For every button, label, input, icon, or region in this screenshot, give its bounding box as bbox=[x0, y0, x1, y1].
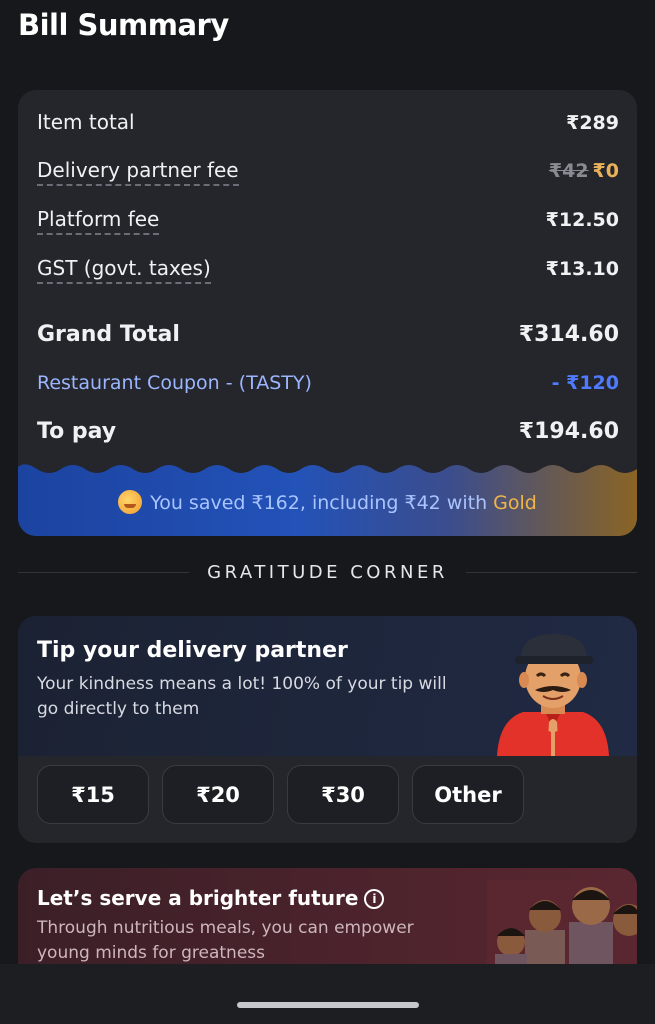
brighter-future-card[interactable]: Let’s serve a brighter future i Through n… bbox=[18, 868, 637, 964]
tip-option-other[interactable]: Other bbox=[412, 765, 524, 824]
tip-option-30[interactable]: ₹30 bbox=[287, 765, 399, 824]
future-subtitle: Through nutritious meals, you can empowe… bbox=[37, 918, 414, 963]
platform-fee-value: ₹12.50 bbox=[545, 209, 619, 231]
gratitude-divider: GRATITUDE CORNER bbox=[18, 562, 638, 583]
info-icon[interactable]: i bbox=[364, 889, 385, 909]
item-total-label: Item total bbox=[37, 110, 135, 134]
to-pay-label: To pay bbox=[37, 419, 117, 444]
gst-row[interactable]: GST (govt. taxes) ₹13.10 bbox=[37, 256, 619, 284]
future-title: Let’s serve a brighter future i bbox=[37, 886, 385, 910]
children-photo bbox=[487, 880, 637, 964]
bottom-bar bbox=[0, 964, 655, 1024]
delivery-fee-row[interactable]: Delivery partner fee ₹42 ₹0 bbox=[37, 158, 619, 186]
page-title: Bill Summary bbox=[18, 8, 229, 42]
delivery-fee-value: ₹42 ₹0 bbox=[549, 160, 619, 182]
platform-fee-label[interactable]: Platform fee bbox=[37, 207, 160, 235]
delivery-fee-original: ₹42 bbox=[548, 160, 589, 182]
tip-card: Tip your delivery partner Your kindness … bbox=[18, 616, 637, 843]
gratitude-heading: GRATITUDE CORNER bbox=[207, 562, 448, 583]
savings-banner: You saved ₹162, including ₹42 with Gold bbox=[18, 463, 637, 536]
savings-message: You saved ₹162, including ₹42 with bbox=[150, 492, 488, 514]
gst-value: ₹13.10 bbox=[545, 258, 619, 280]
delivery-fee-label[interactable]: Delivery partner fee bbox=[37, 158, 239, 186]
smiley-emoji-icon bbox=[118, 490, 143, 514]
item-total-value: ₹289 bbox=[566, 112, 619, 134]
future-title-text: Let’s serve a brighter future bbox=[37, 886, 359, 910]
tip-subtitle: Your kindness means a lot! 100% of your … bbox=[37, 674, 447, 719]
delivery-fee-discounted: ₹0 bbox=[592, 160, 619, 182]
platform-fee-row[interactable]: Platform fee ₹12.50 bbox=[37, 207, 619, 235]
wave-edge bbox=[18, 463, 637, 473]
tip-option-20[interactable]: ₹20 bbox=[162, 765, 274, 824]
grand-total-value: ₹314.60 bbox=[518, 322, 619, 347]
delivery-partner-illustration bbox=[497, 634, 609, 756]
to-pay-value: ₹194.60 bbox=[518, 419, 619, 444]
grand-total-label: Grand Total bbox=[37, 322, 180, 347]
savings-text: You saved ₹162, including ₹42 with Gold bbox=[18, 490, 637, 514]
to-pay-row: To pay ₹194.60 bbox=[37, 419, 619, 444]
coupon-label: Restaurant Coupon - (TASTY) bbox=[37, 372, 312, 394]
bill-summary-card: Item total ₹289 Delivery partner fee ₹42… bbox=[18, 90, 637, 536]
home-indicator[interactable] bbox=[237, 1002, 419, 1008]
item-total-row: Item total ₹289 bbox=[37, 110, 619, 134]
grand-total-row: Grand Total ₹314.60 bbox=[37, 322, 619, 347]
tip-title: Tip your delivery partner bbox=[37, 638, 348, 663]
gold-label: Gold bbox=[493, 492, 537, 514]
tip-option-15[interactable]: ₹15 bbox=[37, 765, 149, 824]
coupon-value: - ₹120 bbox=[551, 372, 619, 394]
coupon-row: Restaurant Coupon - (TASTY) - ₹120 bbox=[37, 372, 619, 394]
gst-label[interactable]: GST (govt. taxes) bbox=[37, 256, 211, 284]
